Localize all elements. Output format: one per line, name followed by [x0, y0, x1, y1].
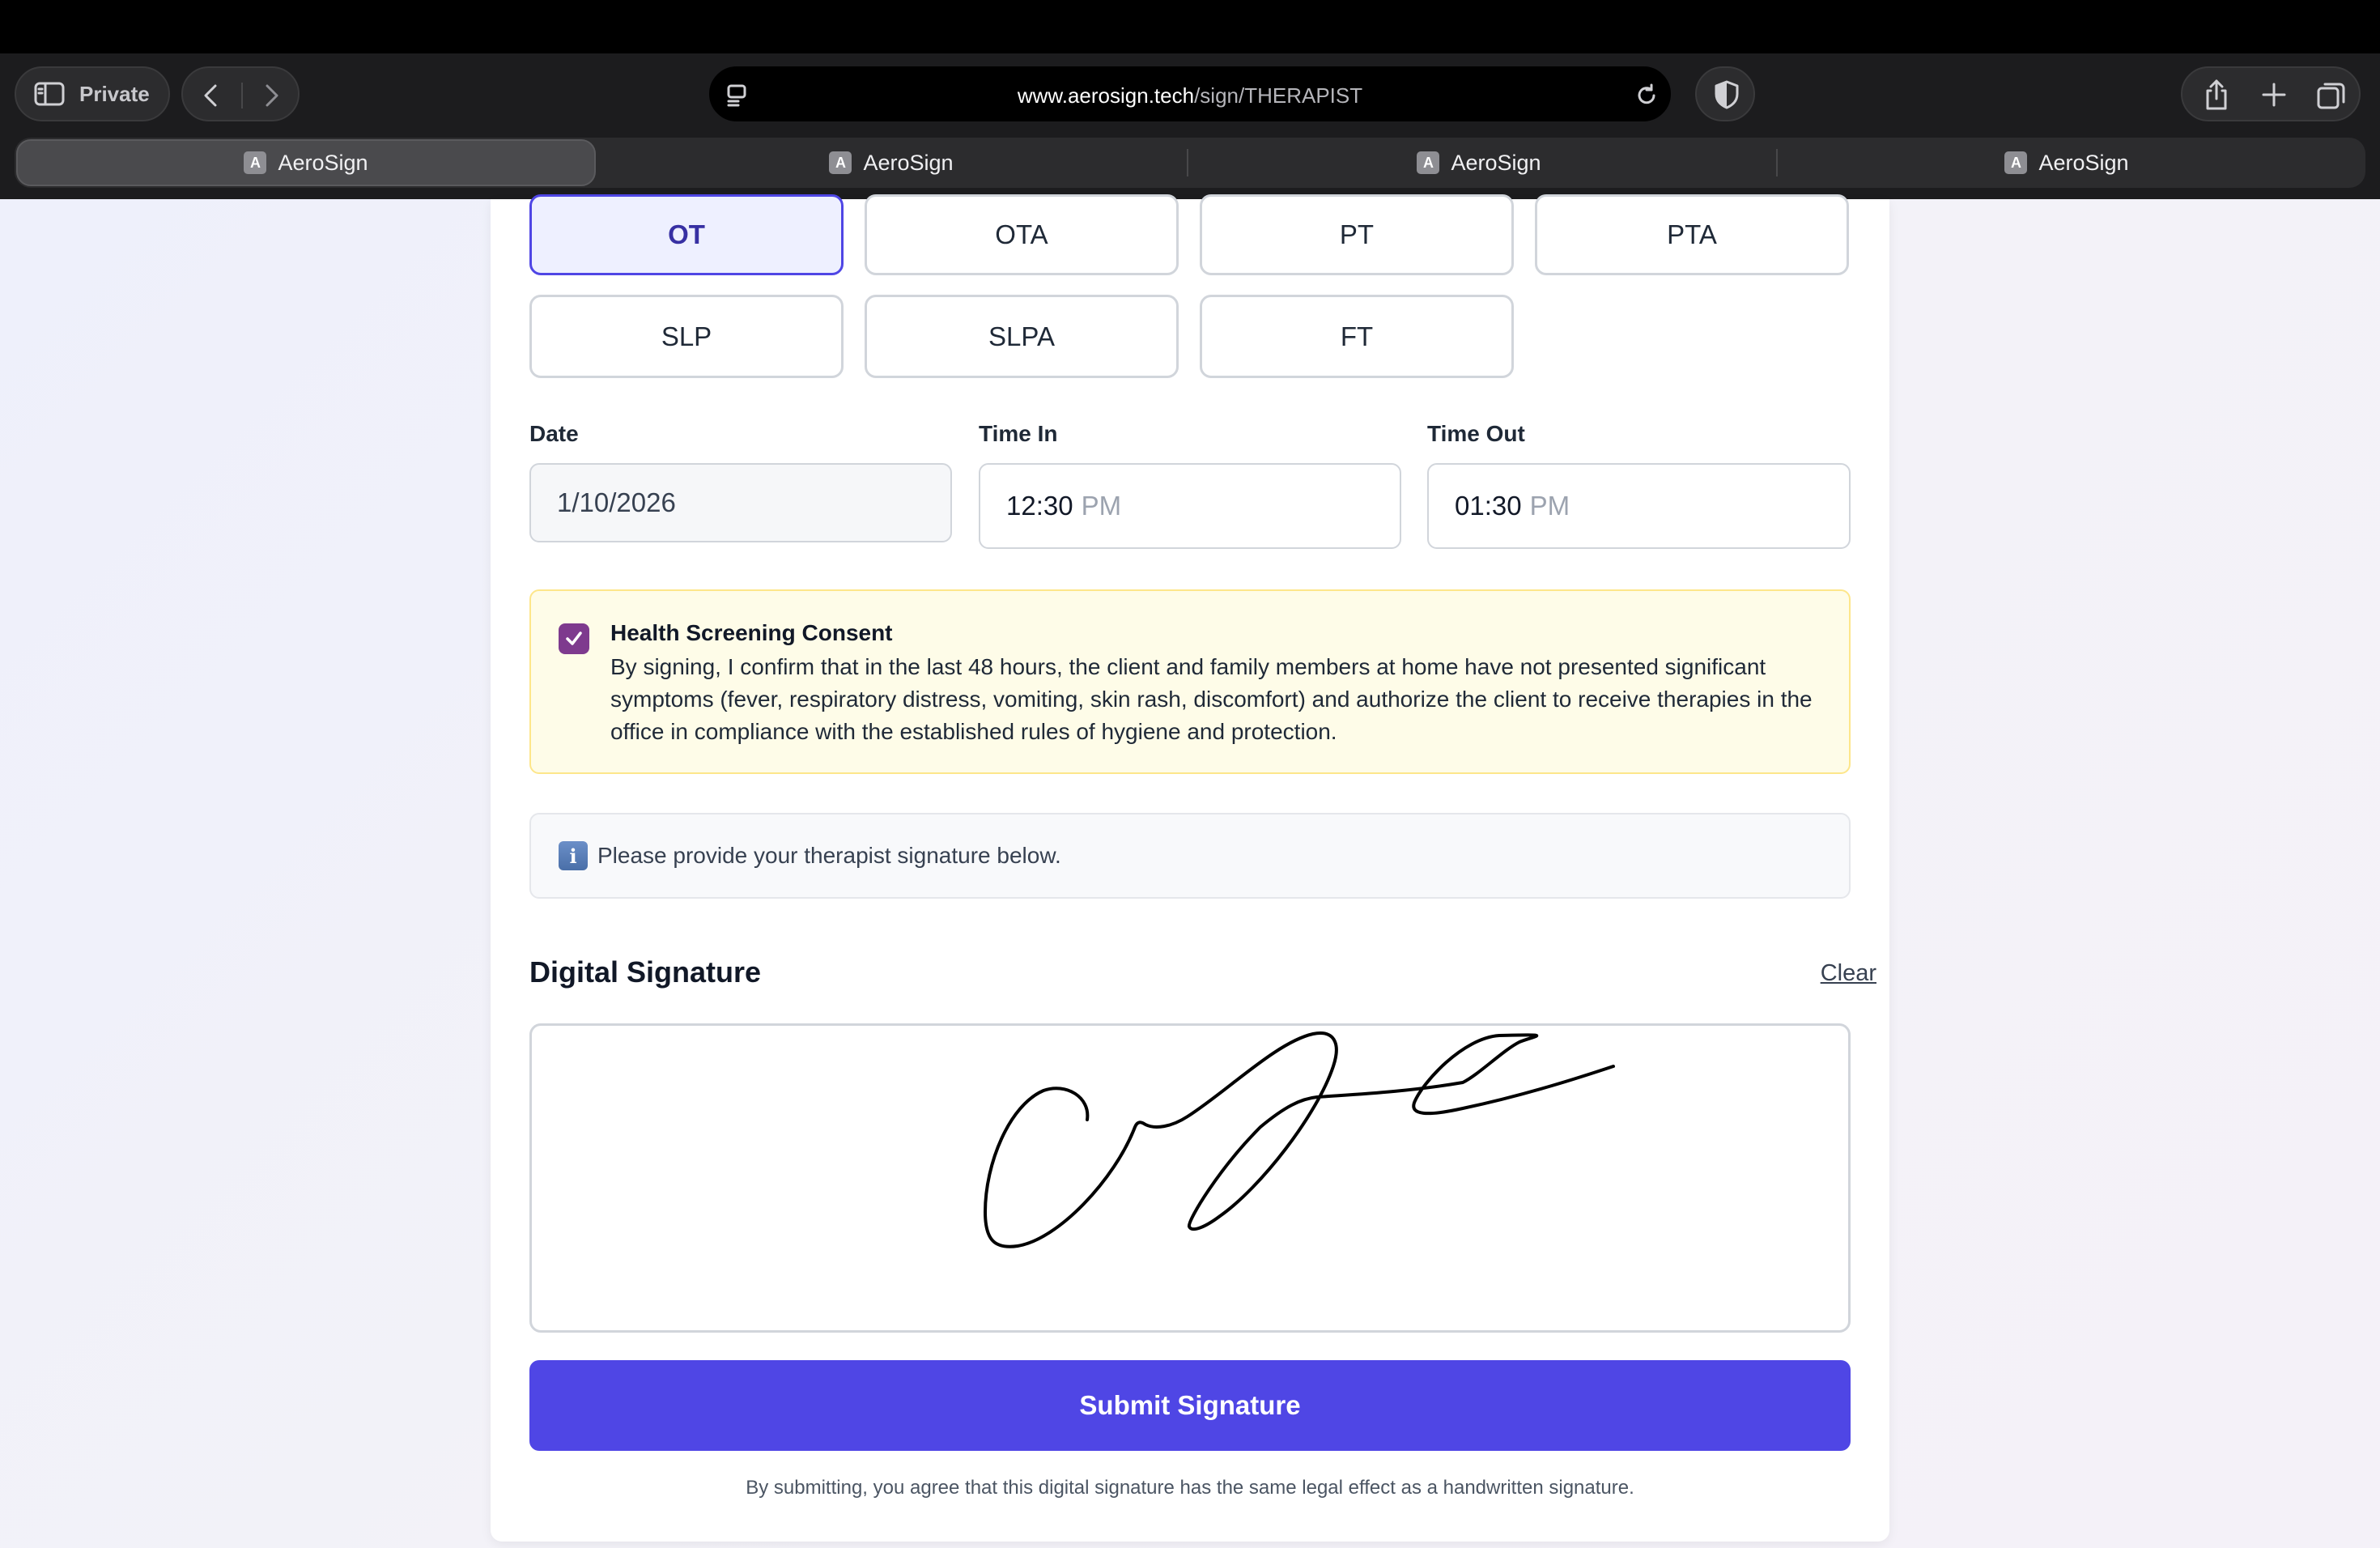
tab-overview-icon[interactable]: [2315, 79, 2348, 112]
date-value: 1/10/2026: [557, 487, 676, 517]
url-text: www.aerosign.tech/sign/THERAPIST: [711, 68, 1669, 123]
back-icon[interactable]: [198, 81, 227, 110]
aerosign-favicon-icon: A: [1417, 151, 1440, 174]
private-label: Private: [79, 81, 150, 106]
toolbar-actions: [2181, 66, 2361, 121]
tab-title: AeroSign: [278, 150, 368, 175]
info-icon: i: [559, 841, 588, 870]
role-button-pta[interactable]: PTA: [1535, 194, 1849, 275]
tab-3[interactable]: A AeroSign: [1200, 138, 1758, 188]
url-domain: www.aerosign.tech: [1017, 83, 1195, 108]
tab-separator: [1187, 149, 1188, 176]
navigation-pill: [181, 66, 300, 121]
submit-signature-button[interactable]: Submit Signature: [529, 1360, 1851, 1451]
time-out-ampm: PM: [1529, 491, 1570, 521]
signature-pad[interactable]: [529, 1023, 1851, 1333]
address-bar[interactable]: www.aerosign.tech/sign/THERAPIST: [709, 66, 1671, 121]
tab-2[interactable]: A AeroSign: [612, 138, 1171, 188]
consent-body: By signing, I confirm that in the last 4…: [610, 654, 1813, 744]
forward-icon[interactable]: [256, 81, 285, 110]
time-in-field[interactable]: 12:30 PM: [979, 463, 1401, 549]
legal-disclaimer: By submitting, you agree that this digit…: [746, 1477, 1634, 1499]
sidebar-toggle-button[interactable]: Private: [15, 66, 170, 121]
nav-separator: [241, 83, 243, 108]
signature-title: Digital Signature: [529, 955, 762, 989]
aerosign-favicon-icon: A: [244, 151, 267, 174]
role-button-slp[interactable]: SLP: [529, 295, 844, 378]
time-out-label: Time Out: [1427, 421, 1525, 446]
signature-info-box: i Please provide your therapist signatur…: [529, 813, 1851, 899]
time-in-value: 12:30: [1006, 491, 1073, 521]
tab-title: AeroSign: [863, 150, 954, 175]
role-button-pt[interactable]: PT: [1200, 194, 1514, 275]
aerosign-favicon-icon: A: [829, 151, 852, 174]
role-button-slpa[interactable]: SLPA: [865, 295, 1179, 378]
new-tab-icon[interactable]: [2259, 79, 2289, 110]
date-label: Date: [529, 421, 579, 446]
consent-checkbox[interactable]: [559, 623, 589, 654]
consent-title: Health Screening Consent: [610, 620, 893, 645]
role-button-ot[interactable]: OT: [529, 194, 844, 275]
clear-signature-button[interactable]: Clear: [1821, 960, 1876, 987]
date-field: 1/10/2026: [529, 463, 952, 542]
time-out-field[interactable]: 01:30 PM: [1427, 463, 1851, 549]
aerosign-favicon-icon: A: [2004, 151, 2028, 174]
tab-4[interactable]: A AeroSign: [1787, 138, 2346, 188]
tab-separator: [1776, 149, 1778, 176]
info-text: Please provide your therapist signature …: [597, 843, 1061, 868]
health-screening-consent: Health Screening Consent By signing, I c…: [529, 589, 1851, 774]
role-button-ft[interactable]: FT: [1200, 295, 1514, 378]
privacy-report-button[interactable]: [1695, 66, 1755, 121]
url-path: /sign/THERAPIST: [1194, 83, 1363, 108]
tab-1[interactable]: A AeroSign: [16, 139, 596, 186]
reload-icon[interactable]: [1632, 81, 1661, 110]
signature-stroke: [984, 1031, 1615, 1248]
shield-icon: [1715, 80, 1739, 109]
time-in-label: Time In: [979, 421, 1058, 446]
tab-strip: A AeroSign A AeroSign A AeroSign A AeroS…: [15, 138, 2365, 188]
role-button-ota[interactable]: OTA: [865, 194, 1179, 275]
browser-toolbar: Private www.aerosign.tech/sign/THERAPIST: [0, 53, 2380, 199]
checkmark-icon: [566, 632, 582, 645]
time-in-ampm: PM: [1081, 491, 1122, 521]
share-icon[interactable]: [2200, 78, 2233, 112]
tab-title: AeroSign: [1451, 150, 1541, 175]
sidebar-icon: [34, 82, 65, 106]
tab-title: AeroSign: [2038, 150, 2129, 175]
time-out-value: 01:30: [1455, 491, 1522, 521]
system-menubar: [0, 0, 2380, 53]
